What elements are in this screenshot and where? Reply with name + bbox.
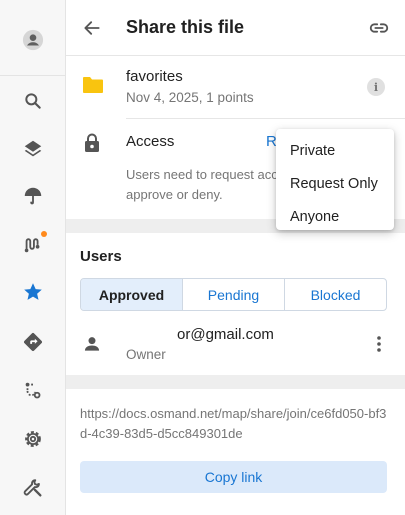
tab-approved[interactable]: Approved [81, 279, 183, 310]
copy-link-icon-button[interactable] [365, 14, 393, 42]
layers-button[interactable] [13, 129, 53, 169]
file-name: favorites [126, 68, 183, 85]
account-button[interactable] [13, 20, 53, 60]
access-label: Access [126, 133, 175, 150]
user-role: Owner [126, 347, 166, 362]
file-meta: Nov 4, 2025, 1 points [126, 90, 254, 105]
link-icon [369, 23, 389, 33]
user-more-button[interactable] [371, 334, 387, 354]
search-button[interactable] [13, 81, 53, 121]
arrow-back-icon [84, 21, 100, 35]
favorites-star-icon [24, 283, 42, 300]
file-row: favorites Nov 4, 2025, 1 points i [66, 56, 405, 120]
plan-route-button[interactable] [13, 371, 53, 411]
weather-button[interactable] [13, 176, 53, 216]
settings-gear-icon [25, 431, 41, 447]
account-icon [22, 29, 44, 51]
directions-button[interactable] [13, 322, 53, 362]
person-icon [84, 337, 100, 351]
lock-icon [85, 133, 99, 152]
access-dropdown-menu: Private Request Only Anyone [276, 129, 394, 230]
back-button[interactable] [78, 14, 106, 42]
tracks-icon [24, 238, 40, 253]
users-tabs: Approved Pending Blocked [80, 278, 387, 311]
tracks-badge-dot [41, 231, 47, 237]
tracks-button[interactable] [13, 224, 53, 264]
favorites-button[interactable] [13, 272, 53, 312]
tab-blocked[interactable]: Blocked [285, 279, 386, 310]
panel-header: Share this file [66, 0, 405, 56]
share-url: https://docs.osmand.net/map/share/join/c… [80, 406, 387, 441]
menu-item-private[interactable]: Private [276, 134, 394, 167]
info-icon[interactable]: i [367, 78, 385, 96]
more-vertical-icon [377, 336, 381, 352]
section-separator [66, 375, 405, 389]
plan-route-icon [25, 382, 41, 399]
folder-icon [83, 77, 103, 93]
menu-item-request-only[interactable]: Request Only [276, 167, 394, 200]
user-email: or@gmail.com [177, 326, 274, 343]
users-heading: Users [80, 248, 122, 265]
share-panel: Share this file favorites Nov 4, 2025, 1… [66, 0, 405, 515]
weather-umbrella-icon [24, 187, 42, 205]
tools-wrench-icon [23, 479, 42, 497]
menu-item-anyone[interactable]: Anyone [276, 200, 394, 233]
search-icon [25, 93, 41, 109]
layers-icon [24, 140, 42, 157]
tab-pending[interactable]: Pending [183, 279, 285, 310]
page-title: Share this file [126, 17, 245, 37]
tools-button[interactable] [13, 468, 53, 508]
user-list-item[interactable]: or@gmail.com Owner [66, 318, 405, 374]
side-rail [0, 0, 66, 515]
copy-link-button[interactable]: Copy link [80, 461, 387, 493]
directions-icon [24, 333, 42, 351]
settings-button[interactable] [13, 419, 53, 459]
